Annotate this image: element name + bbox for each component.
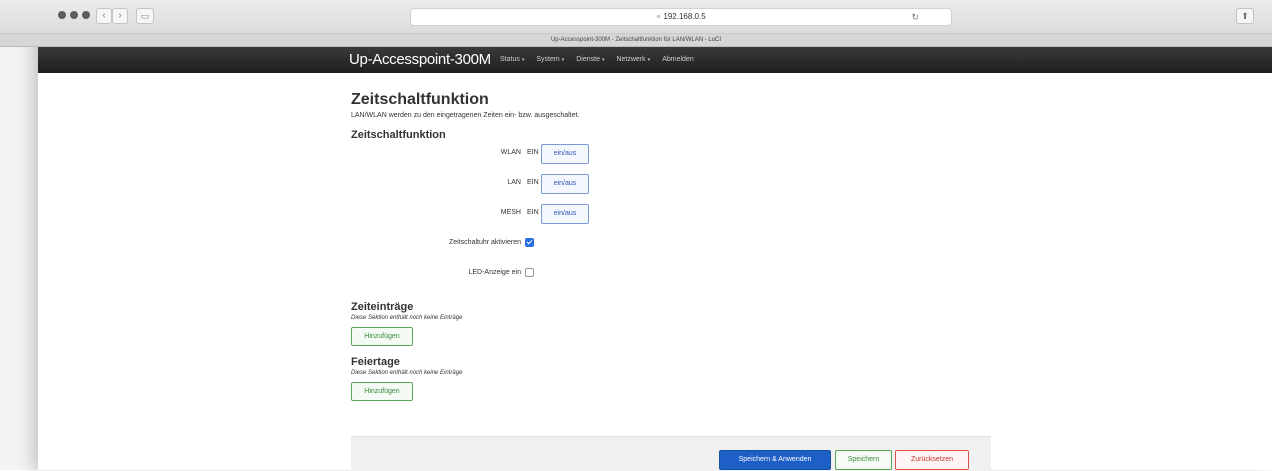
mesh-toggle-button[interactable]: ein/aus (541, 204, 589, 224)
holidays-desc: Diese Sektion enthält noch keine Einträg… (351, 370, 463, 376)
lan-toggle-button[interactable]: ein/aus (541, 174, 589, 194)
settings-section-title: Zeitschaltfunktion (351, 129, 446, 141)
setting-row-led: LED-Anzeige ein (351, 261, 991, 291)
setting-row-timer: Zeitschaltuhr aktivieren (351, 231, 991, 261)
brand-title[interactable]: Up-Accesspoint-300M (349, 51, 491, 68)
led-checkbox[interactable] (525, 268, 534, 277)
time-entries-title: Zeiteinträge (351, 301, 414, 313)
menu-item-dienste[interactable]: Dienste ▾ (576, 47, 604, 73)
add-holiday-button[interactable]: Hinzufügen (351, 382, 413, 401)
form-actions-bar: Speichern & Anwenden Speichern Zurückset… (351, 436, 991, 471)
time-entries-desc: Diese Sektion enthält noch keine Einträg… (351, 315, 463, 321)
share-icon[interactable]: ⬆ (1236, 8, 1254, 24)
reload-icon[interactable]: ↻ (911, 9, 919, 25)
close-window-button[interactable] (58, 11, 66, 19)
add-time-entry-button[interactable]: Hinzufügen (351, 327, 413, 346)
chevron-down-icon: ▾ (601, 57, 605, 63)
chevron-down-icon: ▾ (647, 57, 651, 63)
save-button[interactable]: Speichern (835, 450, 892, 470)
desktop-background (0, 0, 38, 470)
minimize-window-button[interactable] (70, 11, 78, 19)
page-description: LAN/WLAN werden zu den eingetragenen Zei… (351, 112, 580, 119)
chevron-down-icon: ▾ (561, 57, 565, 63)
browser-toolbar: ‹ › ▭ ≡ 192.168.0.5 ↻ ⬆ (0, 0, 1272, 34)
setting-row-wlan: WLAN EIN ein/aus (351, 141, 991, 171)
chevron-down-icon: ▾ (521, 57, 525, 63)
page-title: Zeitschaltfunktion (351, 91, 489, 108)
wlan-state: EIN (527, 149, 539, 156)
sidebar-toggle-icon[interactable]: ▭ (136, 8, 154, 24)
luci-header: Up-Accesspoint-300M Status ▾ System ▾ Dien… (38, 47, 1272, 73)
forward-button[interactable]: › (112, 8, 128, 24)
save-apply-button[interactable]: Speichern & Anwenden (719, 450, 831, 470)
reset-button[interactable]: Zurücksetzen (895, 450, 969, 470)
address-bar[interactable]: ≡ 192.168.0.5 ↻ (410, 8, 952, 26)
timer-label: Zeitschaltuhr aktivieren (449, 239, 521, 246)
menu-item-status[interactable]: Status ▾ (500, 47, 524, 73)
menu-item-netzwerk[interactable]: Netzwerk ▾ (616, 47, 650, 73)
led-label: LED-Anzeige ein (468, 269, 521, 276)
setting-row-mesh: MESH EIN ein/aus (351, 201, 991, 231)
main-content: Zeitschaltfunktion LAN/WLAN werden zu de… (351, 90, 991, 401)
main-menu: Status ▾ System ▾ Dienste ▾ Netzwerk ▾ Abmel… (500, 47, 706, 73)
lan-state: EIN (527, 179, 539, 186)
lock-icon: ≡ (656, 14, 661, 21)
zoom-window-button[interactable] (82, 11, 90, 19)
url-text: 192.168.0.5 (663, 12, 706, 21)
tab-title[interactable]: Up-Accesspoint-300M - Zeitschaltfunktion… (551, 37, 721, 43)
holidays-title: Feiertage (351, 356, 400, 368)
wlan-label: WLAN (500, 149, 521, 156)
mesh-state: EIN (527, 209, 539, 216)
lan-label: LAN (507, 179, 521, 186)
wlan-toggle-button[interactable]: ein/aus (541, 144, 589, 164)
menu-item-abmelden[interactable]: Abmelden (662, 47, 694, 73)
menu-item-system[interactable]: System ▾ (536, 47, 564, 73)
back-button[interactable]: ‹ (96, 8, 112, 24)
browser-window: ‹ › ▭ ≡ 192.168.0.5 ↻ ⬆ Up-Accesspoint-30… (0, 0, 1272, 471)
setting-row-lan: LAN EIN ein/aus (351, 171, 991, 201)
tab-bar: Up-Accesspoint-300M - Zeitschaltfunktion… (0, 34, 1272, 47)
mesh-label: MESH (500, 209, 521, 216)
timer-checkbox[interactable] (525, 238, 534, 247)
